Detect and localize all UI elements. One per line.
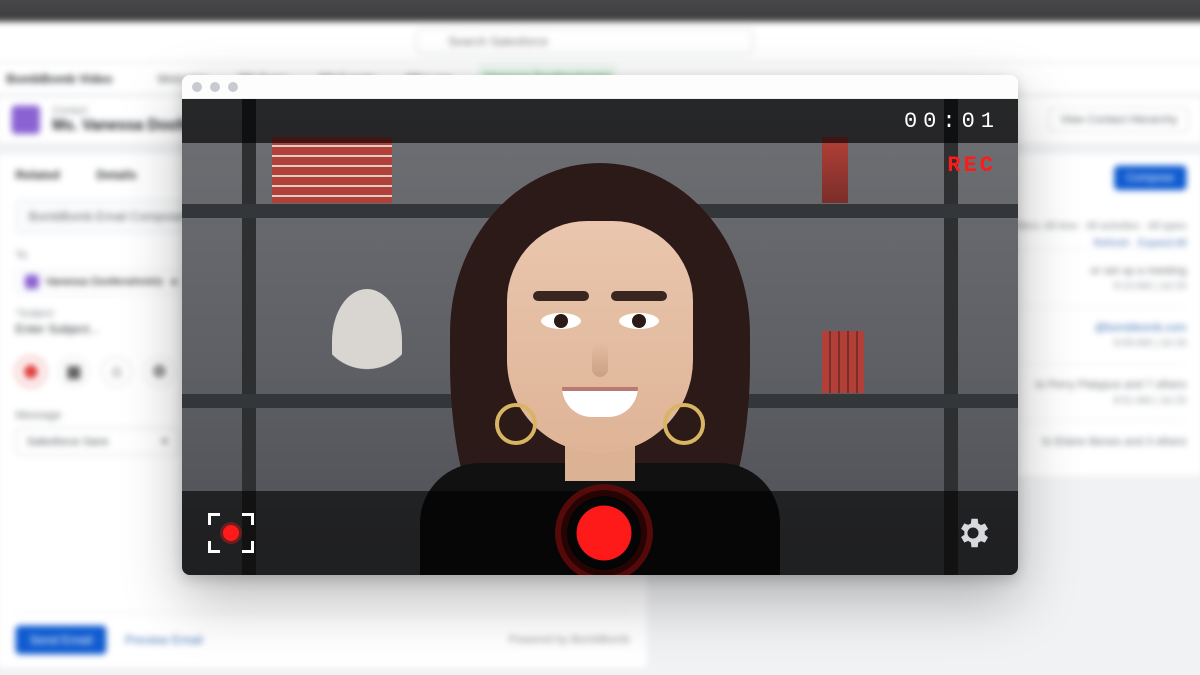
video-recorder-window: 00:01 REC xyxy=(182,75,1018,575)
window-dot-icon xyxy=(228,82,238,92)
tab-details[interactable]: Details xyxy=(96,168,136,182)
contact-glyph-icon xyxy=(25,275,39,289)
record-dot-icon xyxy=(24,365,38,379)
activity-item-text: to Perry Platypus and 7 others xyxy=(1036,379,1187,391)
recording-timer: 00:01 xyxy=(904,109,1000,134)
global-search-input[interactable] xyxy=(416,28,753,55)
settings-small-button[interactable]: ⚙ xyxy=(144,356,175,387)
activity-item-text: to Elaine Benes and 3 others xyxy=(1042,436,1186,448)
contact-icon xyxy=(11,105,40,134)
window-dot-icon xyxy=(192,82,202,92)
recorder-top-overlay: 00:01 xyxy=(182,99,1018,143)
activity-item-text: @bombbomb.com xyxy=(1095,322,1187,334)
books-stack xyxy=(822,331,864,393)
screen-record-button[interactable]: ⌂ xyxy=(101,356,132,387)
books-stack xyxy=(272,137,392,203)
recipient-chip[interactable]: Vanessa Doofenshmirtz ✕ xyxy=(16,270,189,294)
gear-icon xyxy=(954,514,992,552)
recorder-bottom-overlay xyxy=(182,491,1018,575)
compose-button[interactable]: Compose xyxy=(1114,166,1186,190)
camera-preview: 00:01 REC xyxy=(182,99,1018,575)
chevron-down-icon: ▾ xyxy=(162,435,168,448)
preview-email-link[interactable]: Preview Email xyxy=(125,633,203,647)
font-picker[interactable]: Salesforce Sans ▾ xyxy=(16,428,179,456)
rec-indicator: REC xyxy=(947,153,996,178)
app-title: BombBomb Video xyxy=(6,71,112,85)
activity-item-text: or set up a meeting xyxy=(1090,265,1186,277)
browser-tabbar xyxy=(0,0,1200,22)
window-titlebar[interactable] xyxy=(182,75,1018,99)
record-video-button[interactable] xyxy=(16,356,47,387)
books-stack xyxy=(822,137,848,203)
record-dot-icon xyxy=(223,525,239,541)
send-email-button[interactable]: Send Email xyxy=(16,626,107,655)
tab-related[interactable]: Related xyxy=(16,168,60,182)
screen-capture-button[interactable] xyxy=(208,513,254,553)
recorder-settings-button[interactable] xyxy=(954,514,992,552)
font-picker-value: Salesforce Sans xyxy=(27,435,109,447)
view-hierarchy-button[interactable]: View Contact Hierarchy xyxy=(1049,107,1188,131)
chip-remove-icon[interactable]: ✕ xyxy=(170,275,179,288)
record-button[interactable] xyxy=(567,496,641,570)
video-library-button[interactable]: ▦ xyxy=(58,356,89,387)
powered-by-label: Powered by BombBomb xyxy=(509,634,630,646)
window-dot-icon xyxy=(210,82,220,92)
recipient-chip-label: Vanessa Doofenshmirtz xyxy=(45,276,163,288)
